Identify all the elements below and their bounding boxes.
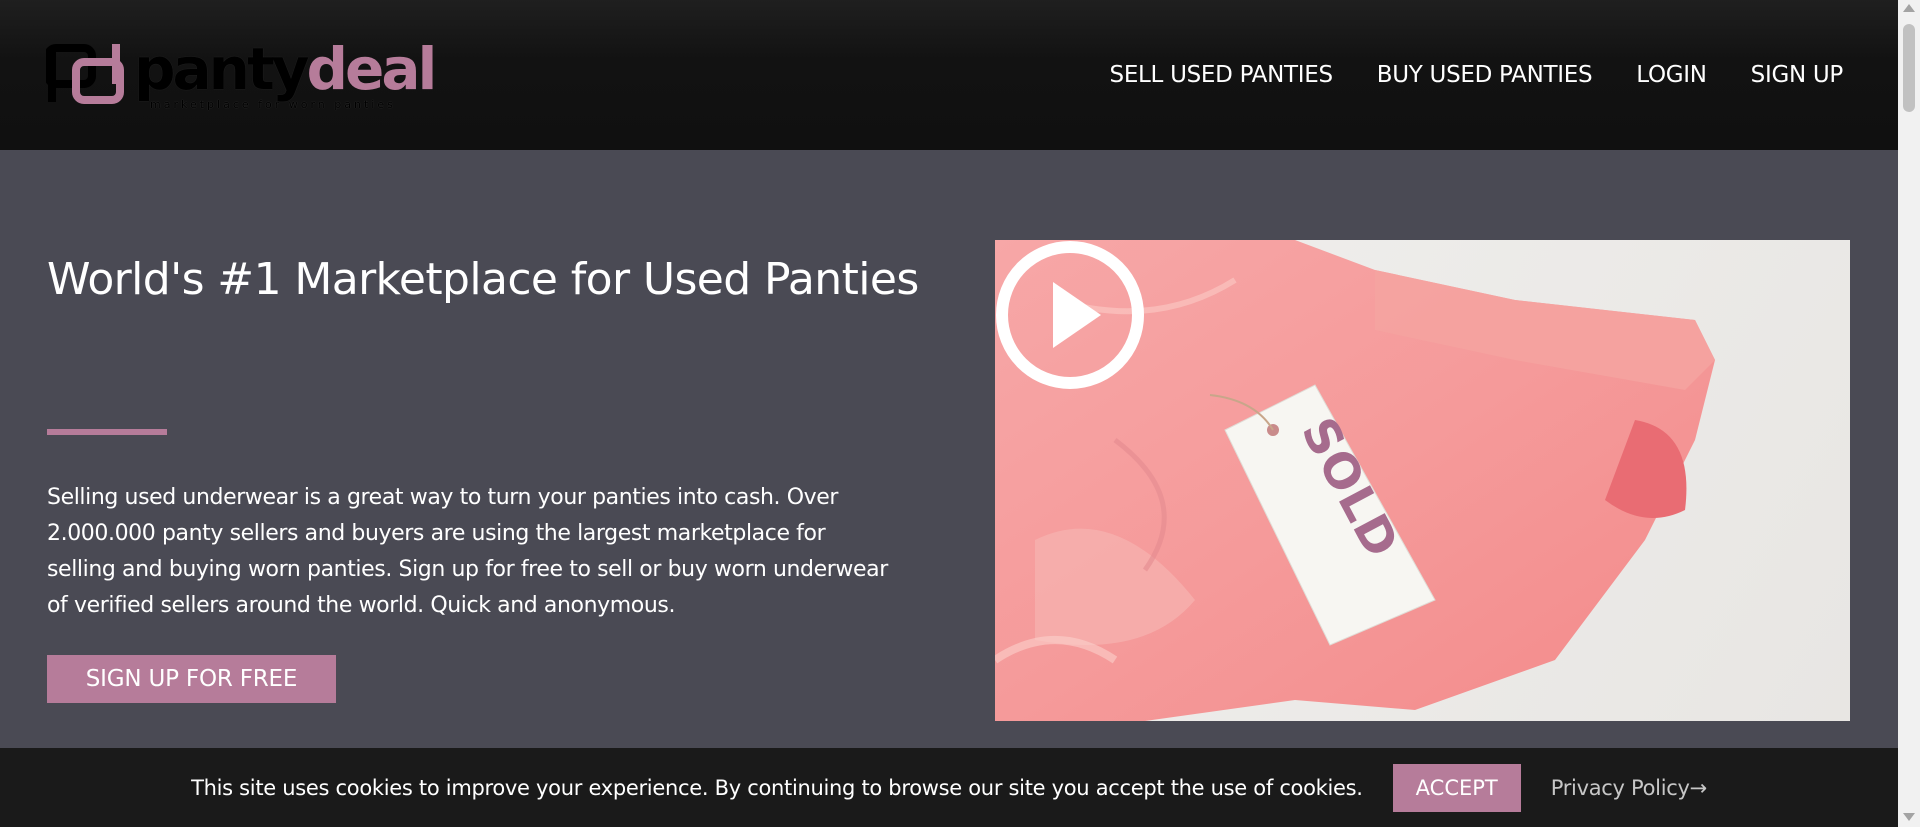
logo-tagline: marketplace for worn panties (150, 98, 396, 111)
scroll-up-arrow-icon[interactable] (1903, 4, 1915, 12)
hero-divider (47, 429, 167, 435)
hero-video[interactable]: SOLD (995, 240, 1850, 721)
accept-cookies-button[interactable]: ACCEPT (1392, 763, 1521, 812)
page-scrollbar[interactable] (1898, 0, 1920, 827)
hero-title: World's #1 Marketplace for Used Panties (47, 254, 919, 305)
scroll-down-arrow-icon[interactable] (1903, 813, 1915, 821)
hero-description: Selling used underwear is a great way to… (47, 485, 888, 618)
nav-sell-used-panties[interactable]: SELL USED PANTIES (1110, 62, 1334, 88)
main-nav: SELL USED PANTIES BUY USED PANTIES LOGIN… (1066, 62, 1844, 88)
nav-buy-used-panties[interactable]: BUY USED PANTIES (1377, 62, 1593, 88)
nav-sign-up[interactable]: SIGN UP (1751, 62, 1844, 88)
sign-up-for-free-button[interactable]: SIGN UP FOR FREE (47, 655, 336, 703)
cookie-message: This site uses cookies to improve your e… (191, 775, 1363, 800)
privacy-policy-link[interactable]: Privacy Policy→ (1551, 776, 1708, 800)
cookie-consent-bar: This site uses cookies to improve your e… (0, 748, 1898, 827)
logo-wordmark: pantydeal (134, 35, 437, 103)
site-logo[interactable]: pantydeal marketplace for worn panties (46, 35, 437, 115)
site-header: pantydeal marketplace for worn panties S… (0, 0, 1898, 150)
scroll-thumb[interactable] (1903, 24, 1915, 112)
logo-icon (46, 44, 124, 104)
nav-login[interactable]: LOGIN (1636, 62, 1707, 88)
play-icon[interactable] (995, 240, 1145, 390)
